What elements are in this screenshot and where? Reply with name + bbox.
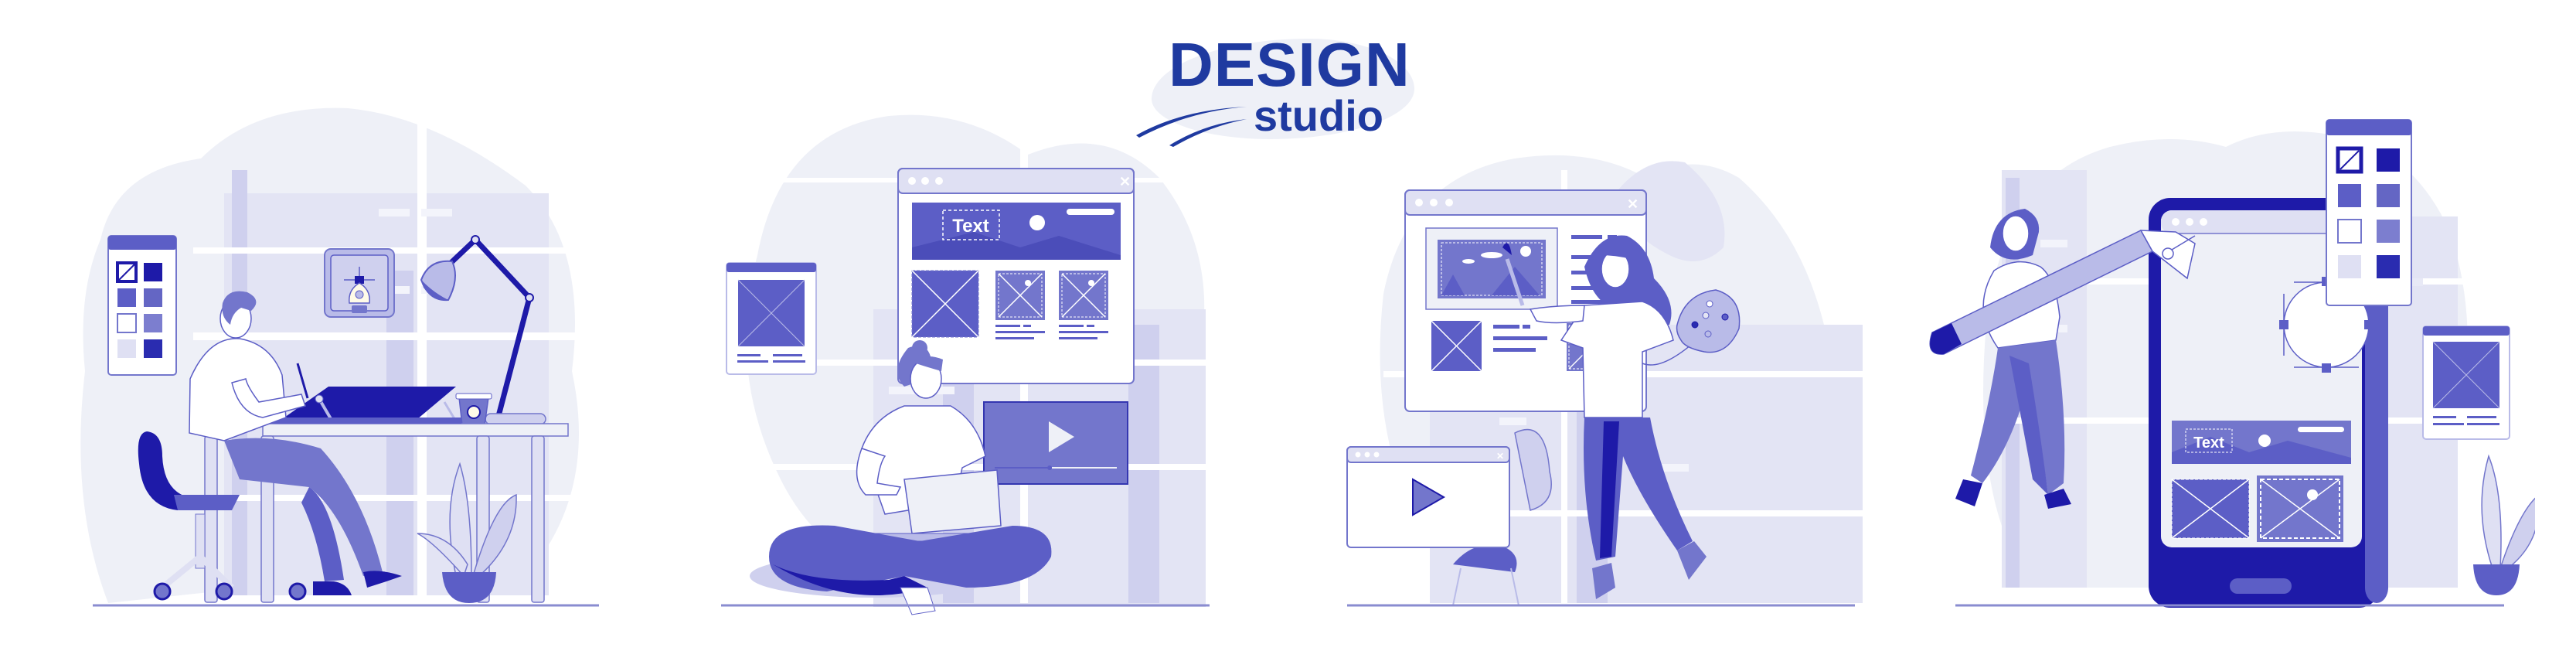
search-bar (1067, 209, 1114, 215)
home-button (2230, 578, 2292, 594)
potted-plant (2473, 454, 2535, 595)
small-browser-card (2422, 325, 2510, 440)
window-dot-icon (1415, 199, 1423, 206)
close-icon: ✕ (1496, 451, 1504, 462)
window-dot-icon (935, 177, 943, 185)
video-progress-handle (1047, 465, 1053, 470)
window-dot-icon (921, 177, 929, 185)
headline-placeholder-text: Text (2193, 435, 2224, 452)
headline-placeholder-text: Text (952, 216, 989, 237)
scene-drafting-table (80, 107, 599, 607)
close-icon: ✕ (1627, 196, 1638, 212)
swatch-panel (107, 235, 177, 376)
browser-window: ✕ Text (897, 168, 1135, 384)
swatch-panel (2326, 119, 2412, 306)
pen-tool-frame (324, 248, 395, 318)
search-bar (2298, 427, 2344, 432)
window-dot-icon (908, 177, 916, 185)
scene-laptop-wireframe: ✕ Text (721, 114, 1213, 615)
scene-painting-wireframe: ✕ ✕ (1346, 155, 1863, 607)
window-dot-icon (1430, 199, 1438, 206)
scene-mobile-design: Text (1929, 119, 2535, 608)
window-dot-icon (2200, 218, 2207, 226)
small-browser-card (726, 262, 817, 375)
window-dot-icon (1445, 199, 1453, 206)
window-dot-icon (2172, 218, 2180, 226)
laptop-icon (903, 469, 1002, 534)
close-icon: ✕ (1119, 174, 1131, 189)
window-dot-icon (2186, 218, 2193, 226)
video-player (983, 401, 1128, 485)
